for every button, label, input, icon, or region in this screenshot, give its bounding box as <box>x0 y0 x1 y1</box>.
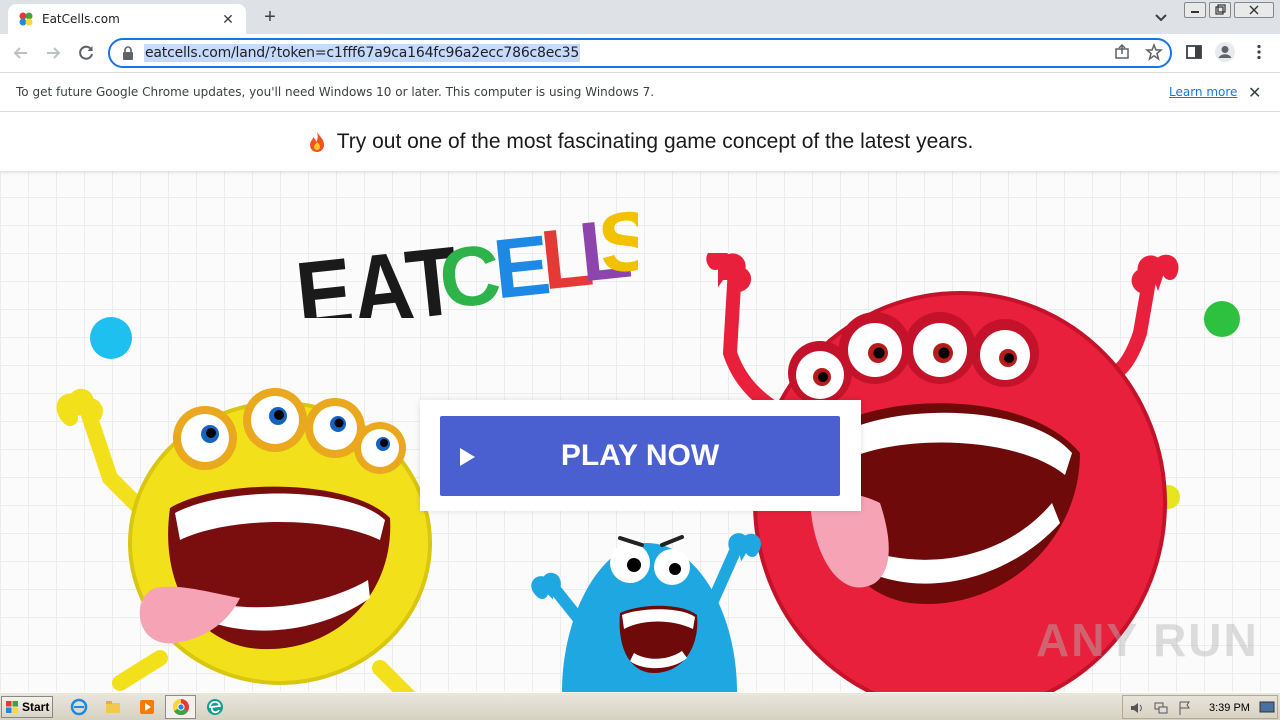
promo-banner: Try out one of the most fascinating game… <box>0 113 1280 171</box>
play-triangle-icon <box>460 448 475 466</box>
new-tab-button[interactable]: + <box>258 6 282 30</box>
address-bar[interactable]: eatcells.com/land/?token=c1fff67a9ca164f… <box>108 38 1172 68</box>
minimize-button[interactable] <box>1184 2 1206 18</box>
close-window-icon <box>1249 5 1259 15</box>
windows-taskbar: Start 3:39 PM <box>0 692 1280 720</box>
volume-icon[interactable] <box>1129 700 1145 716</box>
update-infobar: To get future Google Chrome updates, you… <box>0 72 1280 112</box>
chrome-taskbar-button[interactable] <box>165 695 196 719</box>
start-label: Start <box>22 700 50 714</box>
media-player-icon[interactable] <box>138 698 156 716</box>
chrome-menu-icon[interactable] <box>1250 43 1268 61</box>
browser-toolbar: eatcells.com/land/?token=c1fff67a9ca164f… <box>0 34 1280 72</box>
play-now-button[interactable]: PLAY NOW <box>440 416 840 496</box>
tab-eatcells[interactable]: EatCells.com ✕ <box>8 4 246 34</box>
eat-cells-logo: EAT C E L L S <box>291 198 638 318</box>
url-text[interactable]: eatcells.com/land/?token=c1fff67a9ca164f… <box>144 44 581 62</box>
internet-explorer-icon[interactable] <box>70 698 88 716</box>
green-cell-dot <box>1204 301 1240 337</box>
network-icon[interactable] <box>1153 700 1169 716</box>
play-now-container: PLAY NOW <box>420 400 861 511</box>
infobar-message: To get future Google Chrome updates, you… <box>16 85 655 99</box>
forward-arrow-icon[interactable] <box>42 42 64 64</box>
anyrun-watermark: ANY RUN <box>1036 614 1259 666</box>
action-center-flag-icon[interactable] <box>1177 700 1193 716</box>
bookmark-star-icon[interactable] <box>1145 43 1163 61</box>
banner-text: Try out one of the most fascinating game… <box>336 130 974 153</box>
chrome-icon <box>172 698 189 716</box>
learn-more-link[interactable]: Learn more <box>1169 85 1237 99</box>
infobar-close-icon[interactable]: ✕ <box>1248 83 1261 103</box>
blue-monster-illustration <box>531 533 761 692</box>
blue-cell-dot <box>90 317 132 359</box>
share-icon[interactable] <box>1113 43 1131 61</box>
profile-avatar-icon[interactable] <box>1214 41 1236 63</box>
minimize-icon <box>1191 11 1199 13</box>
show-desktop-icon[interactable] <box>1259 701 1275 715</box>
system-tray: 3:39 PM <box>1122 695 1278 719</box>
play-now-label: PLAY NOW <box>560 439 720 472</box>
tab-close-icon[interactable]: ✕ <box>220 11 236 28</box>
start-button[interactable]: Start <box>1 696 53 718</box>
back-arrow-icon[interactable] <box>10 42 32 64</box>
taskbar-clock[interactable]: 3:39 PM <box>1209 702 1250 714</box>
restore-icon <box>1215 4 1226 15</box>
tab-search-chevron-icon[interactable] <box>1152 8 1170 26</box>
close-window-button[interactable] <box>1234 2 1274 18</box>
side-panel-icon[interactable] <box>1185 43 1203 61</box>
tab-title: EatCells.com <box>42 12 120 26</box>
web-page: Try out one of the most fascinating game… <box>0 113 1280 692</box>
restore-button[interactable] <box>1209 2 1231 18</box>
lock-icon[interactable] <box>122 46 134 60</box>
file-explorer-icon[interactable] <box>104 698 122 716</box>
tab-strip: EatCells.com ✕ + <box>0 0 1280 34</box>
fire-icon <box>309 132 324 152</box>
reload-icon[interactable] <box>75 42 97 64</box>
edge-icon[interactable] <box>206 698 224 716</box>
yellow-monster-illustration <box>56 388 432 692</box>
logo-cells-text: C E L L S <box>435 198 638 318</box>
windows-flag-icon <box>6 701 18 713</box>
eatcells-favicon-icon <box>19 12 33 26</box>
